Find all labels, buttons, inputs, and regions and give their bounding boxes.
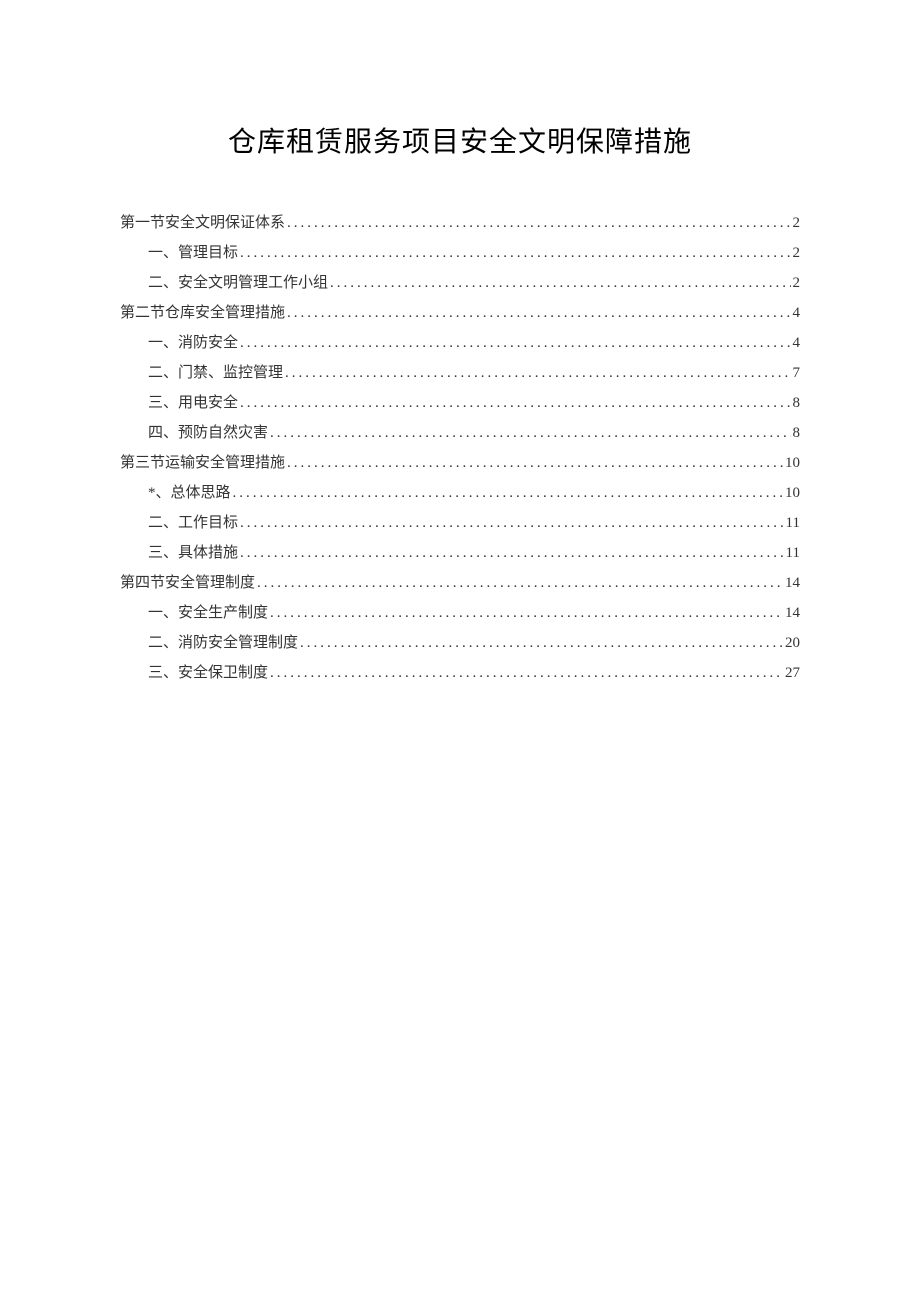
toc-entry-label: 一、消防安全 xyxy=(148,328,238,358)
toc-entry-label: 一、管理目标 xyxy=(148,238,238,268)
toc-leader-dots xyxy=(328,268,790,298)
document-title: 仓库租赁服务项目安全文明保障措施 xyxy=(120,120,800,160)
toc-entry-page: 4 xyxy=(791,328,801,358)
toc-entry: 第二节仓库安全管理措施 4 xyxy=(120,298,800,328)
toc-entry: *、总体思路 10 xyxy=(120,478,800,508)
toc-entry: 一、管理目标 2 xyxy=(120,238,800,268)
toc-leader-dots xyxy=(238,238,790,268)
toc-leader-dots xyxy=(231,478,783,508)
toc-entry-page: 11 xyxy=(784,538,800,568)
toc-entry: 第三节运输安全管理措施 10 xyxy=(120,448,800,478)
toc-entry-page: 14 xyxy=(783,568,800,598)
toc-entry-label: 三、具体措施 xyxy=(148,538,238,568)
toc-leader-dots xyxy=(238,508,784,538)
toc-entry-page: 11 xyxy=(784,508,800,538)
toc-entry-label: 二、消防安全管理制度 xyxy=(148,628,298,658)
toc-leader-dots xyxy=(285,448,783,478)
toc-entry: 一、安全生产制度 14 xyxy=(120,598,800,628)
toc-entry-page: 27 xyxy=(783,658,800,688)
toc-entry-page: 8 xyxy=(791,388,801,418)
toc-entry-label: 第二节仓库安全管理措施 xyxy=(120,298,285,328)
toc-entry-label: 第三节运输安全管理措施 xyxy=(120,448,285,478)
toc-leader-dots xyxy=(238,328,790,358)
toc-entry-label: *、总体思路 xyxy=(148,478,231,508)
toc-leader-dots xyxy=(298,628,783,658)
toc-entry-page: 4 xyxy=(791,298,801,328)
toc-leader-dots xyxy=(285,208,790,238)
toc-entry: 二、消防安全管理制度 20 xyxy=(120,628,800,658)
toc-leader-dots xyxy=(255,568,783,598)
toc-entry: 三、具体措施 11 xyxy=(120,538,800,568)
toc-entry-label: 三、安全保卫制度 xyxy=(148,658,268,688)
toc-entry: 二、门禁、监控管理 7 xyxy=(120,358,800,388)
toc-entry-page: 8 xyxy=(791,418,801,448)
toc-entry-page: 7 xyxy=(791,358,801,388)
toc-entry-label: 二、门禁、监控管理 xyxy=(148,358,283,388)
toc-entry: 三、安全保卫制度 27 xyxy=(120,658,800,688)
toc-entry: 一、消防安全 4 xyxy=(120,328,800,358)
toc-entry-page: 20 xyxy=(783,628,800,658)
toc-leader-dots xyxy=(285,298,790,328)
toc-entry: 三、用电安全 8 xyxy=(120,388,800,418)
toc-entry: 二、安全文明管理工作小组 2 xyxy=(120,268,800,298)
toc-entry: 第一节安全文明保证体系 2 xyxy=(120,208,800,238)
toc-entry: 四、预防自然灾害 8 xyxy=(120,418,800,448)
toc-entry-label: 四、预防自然灾害 xyxy=(148,418,268,448)
toc-leader-dots xyxy=(238,388,790,418)
toc-entry-label: 第四节安全管理制度 xyxy=(120,568,255,598)
toc-entry-label: 三、用电安全 xyxy=(148,388,238,418)
toc-entry-label: 二、安全文明管理工作小组 xyxy=(148,268,328,298)
toc-leader-dots xyxy=(268,658,783,688)
toc-leader-dots xyxy=(268,418,790,448)
toc-entry-page: 10 xyxy=(783,478,800,508)
toc-entry-label: 第一节安全文明保证体系 xyxy=(120,208,285,238)
toc-entry: 二、工作目标 11 xyxy=(120,508,800,538)
toc-entry-page: 2 xyxy=(791,208,801,238)
toc-entry-page: 2 xyxy=(791,238,801,268)
toc-entry-label: 二、工作目标 xyxy=(148,508,238,538)
toc-leader-dots xyxy=(283,358,790,388)
table-of-contents: 第一节安全文明保证体系2一、管理目标2二、安全文明管理工作小组2第二节仓库安全管… xyxy=(120,208,800,688)
toc-entry-page: 10 xyxy=(783,448,800,478)
toc-entry: 第四节安全管理制度 14 xyxy=(120,568,800,598)
document-page: 仓库租赁服务项目安全文明保障措施 第一节安全文明保证体系2一、管理目标2二、安全… xyxy=(0,0,920,688)
toc-leader-dots xyxy=(238,538,784,568)
toc-entry-label: 一、安全生产制度 xyxy=(148,598,268,628)
toc-entry-page: 2 xyxy=(791,268,801,298)
toc-entry-page: 14 xyxy=(783,598,800,628)
toc-leader-dots xyxy=(268,598,783,628)
